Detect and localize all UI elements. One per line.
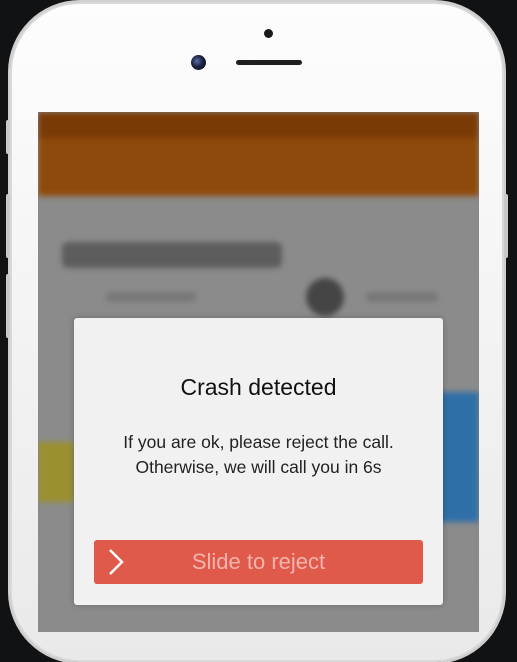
slide-to-reject-slider[interactable]: Slide to reject [94, 540, 423, 584]
dialog-message-line1: If you are ok, please reject the call. [123, 432, 394, 452]
app-title-blurred [62, 242, 282, 268]
app-icon-blurred [306, 278, 344, 316]
app-card-blurred-2 [38, 442, 74, 502]
app-header [38, 138, 479, 196]
dialog-message: If you are ok, please reject the call. O… [84, 430, 433, 480]
volume-up-button [6, 194, 10, 258]
chevron-right-icon[interactable] [104, 548, 128, 576]
proximity-sensor [264, 29, 273, 38]
app-text-blurred-2 [366, 292, 438, 302]
volume-down-button [6, 274, 10, 338]
dialog-title: Crash detected [180, 374, 337, 400]
earpiece-speaker [236, 60, 302, 65]
app-text-blurred [106, 292, 196, 302]
mute-switch [6, 120, 10, 154]
slider-label: Slide to reject [191, 549, 326, 574]
status-bar [38, 112, 479, 138]
app-card-blurred [438, 392, 479, 522]
crash-dialog: Crash detected If you are ok, please rej… [74, 318, 443, 605]
power-button [504, 194, 508, 258]
front-camera-icon [191, 55, 206, 70]
dialog-message-line2: Otherwise, we will call you in 6s [135, 457, 382, 477]
